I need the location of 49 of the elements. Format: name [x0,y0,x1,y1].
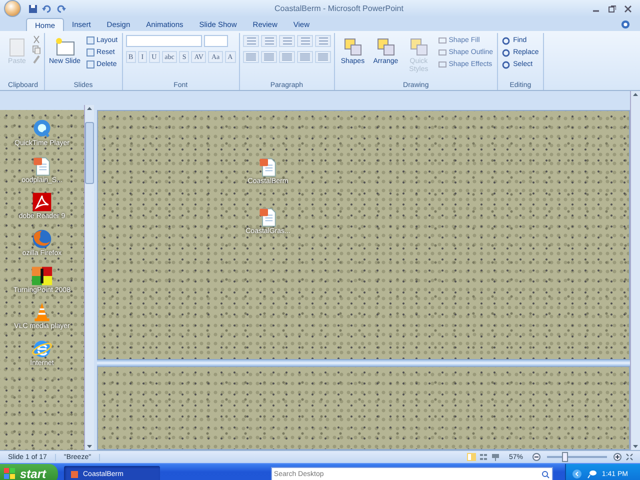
help-icon[interactable] [621,20,630,28]
zoom-out-icon[interactable] [532,453,541,461]
list-icon[interactable] [260,35,277,47]
fit-icon[interactable] [625,453,634,461]
scrollbar[interactable] [630,91,640,450]
align-icon[interactable] [242,51,259,63]
document-icon[interactable] [257,156,279,178]
search-icon[interactable] [540,470,550,478]
slider-thumb[interactable] [562,452,568,462]
scroll-up-icon[interactable] [86,105,93,112]
fox-globe-icon[interactable] [31,228,53,250]
speech-bubble-icon[interactable] [586,469,597,479]
list-icon[interactable] [314,35,331,47]
windows-logo-icon [4,468,16,480]
presentation-icon [70,470,79,478]
scissors-icon[interactable] [32,35,41,44]
clicker-icon[interactable] [31,264,53,287]
grid-view-icon[interactable] [478,453,488,461]
q-logo-icon[interactable] [31,118,53,140]
font-size-field[interactable] [204,35,228,47]
slide-icon [54,36,76,58]
save-icon[interactable] [28,4,38,14]
brush-icon[interactable] [32,55,41,64]
redo-icon[interactable] [56,4,66,14]
window-title: CoastalBerm - Microsoft PowerPoint [274,4,404,13]
list-icon[interactable] [242,35,259,47]
projector-icon[interactable] [490,453,500,461]
zoom-in-icon[interactable] [613,453,622,461]
align-icon[interactable] [296,51,313,63]
restore-icon[interactable] [608,4,616,12]
shapes-icon [342,36,364,58]
document-icon[interactable] [257,206,279,228]
pdf-icon[interactable] [31,191,53,214]
align-icon[interactable] [314,51,331,63]
shapes-icon [374,36,397,58]
align-icon[interactable] [260,51,277,63]
close-icon[interactable] [624,4,632,12]
scroll-thumb[interactable] [85,122,94,184]
list-icon[interactable] [296,35,313,47]
align-icon[interactable] [278,51,295,63]
scrollbar[interactable] [84,105,94,450]
undo-icon[interactable] [42,4,52,14]
chevron-icon[interactable] [572,469,582,479]
document-icon[interactable] [31,154,53,177]
list-icon[interactable] [278,35,295,47]
font-name-field[interactable] [126,35,202,47]
copy-icon[interactable] [32,45,41,54]
office-button[interactable] [4,0,21,17]
shapes-icon [408,36,430,58]
